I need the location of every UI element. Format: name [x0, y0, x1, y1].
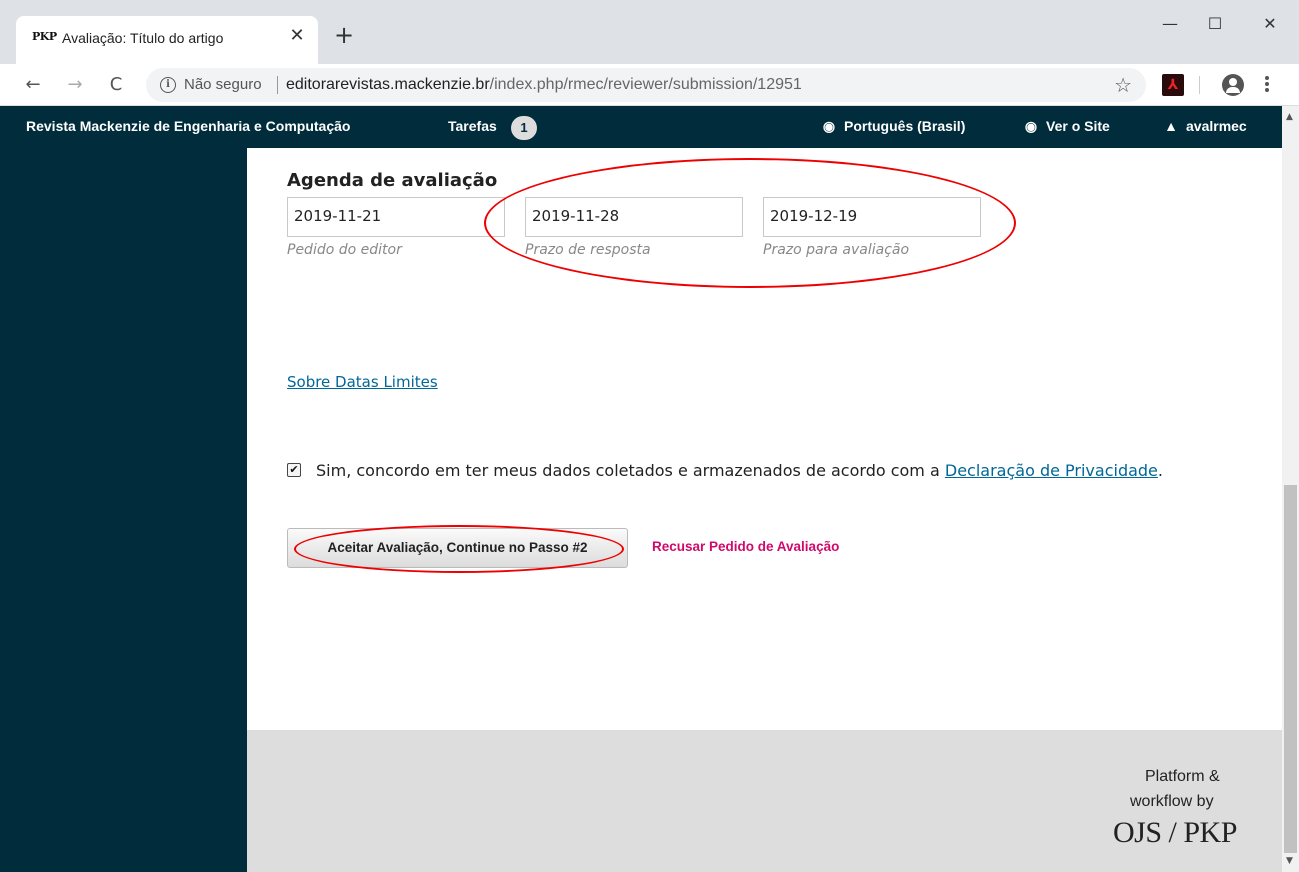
maximize-window-icon[interactable]: ☐ — [1203, 12, 1227, 36]
eye-icon: ◉ — [1024, 118, 1038, 134]
editor-request-date[interactable]: 2019-11-21 — [287, 197, 505, 237]
address-separator — [277, 76, 278, 94]
review-due-label: Prazo para avaliação — [763, 242, 910, 258]
consent-label: Sim, concordo em ter meus dados coletado… — [316, 461, 945, 480]
pkp-favicon: PKP — [32, 30, 57, 43]
site-header: Revista Mackenzie de Engenharia e Comput… — [0, 106, 1282, 148]
editor-request-label: Pedido do editor — [287, 242, 402, 258]
response-due-label: Prazo de resposta — [525, 242, 651, 258]
sidebar — [0, 148, 247, 872]
url-text[interactable]: editorarevistas.mackenzie.br/index.php/r… — [286, 76, 802, 94]
tab-title: Avaliação: Título do artigo — [62, 30, 224, 46]
user-icon: ▲ — [1164, 118, 1178, 134]
language-menu[interactable]: ◉ Português (Brasil) — [822, 118, 965, 135]
close-window-icon[interactable]: ✕ — [1258, 12, 1282, 36]
user-menu[interactable]: ▲ avalrmec — [1164, 118, 1247, 134]
user-label: avalrmec — [1186, 118, 1247, 134]
account-icon[interactable] — [1222, 74, 1244, 96]
footer-workflow-text: workflow by — [1130, 793, 1214, 810]
review-due-date[interactable]: 2019-12-19 — [763, 197, 981, 237]
new-tab-button[interactable]: + — [332, 23, 356, 48]
toolbar-separator — [1199, 76, 1200, 94]
scroll-down-icon[interactable]: ▼ — [1286, 856, 1293, 866]
decline-review-link[interactable]: Recusar Pedido de Avaliação — [652, 539, 839, 554]
pdf-extension-icon[interactable]: ⅄ — [1162, 74, 1184, 96]
consent-suffix: . — [1157, 461, 1163, 480]
view-site-link[interactable]: ◉ Ver o Site — [1024, 118, 1110, 135]
about-deadlines-link[interactable]: Sobre Datas Limites — [287, 373, 438, 391]
minimize-window-icon[interactable]: — — [1158, 12, 1182, 36]
reload-icon[interactable]: C — [103, 72, 129, 98]
privacy-statement-link[interactable]: Declaração de Privacidade — [945, 461, 1158, 480]
accept-review-button[interactable]: Aceitar Avaliação, Continue no Passo #2 — [287, 528, 628, 568]
privacy-consent-checkbox[interactable]: ✔ — [287, 463, 301, 477]
security-status[interactable]: Não seguro — [184, 76, 262, 93]
tasks-count-badge[interactable]: 1 — [511, 116, 537, 140]
url-path: /index.php/rmec/reviewer/submission/1295… — [489, 76, 802, 93]
browser-tab[interactable]: PKP Avaliação: Título do artigo ✕ — [16, 16, 318, 64]
footer: Platform & workflow by OJS / PKP — [247, 730, 1282, 872]
back-icon[interactable]: ← — [20, 72, 46, 98]
close-tab-icon[interactable]: ✕ — [287, 26, 307, 46]
language-label: Português (Brasil) — [844, 118, 966, 134]
url-host: editorarevistas.mackenzie.br — [286, 76, 490, 93]
journal-title[interactable]: Revista Mackenzie de Engenharia e Comput… — [26, 118, 350, 134]
view-site-label: Ver o Site — [1046, 118, 1110, 134]
browser-tab-bar: PKP Avaliação: Título do artigo ✕ + — ☐ … — [0, 0, 1299, 64]
address-bar[interactable]: i Não seguro editorarevistas.mackenzie.b… — [146, 68, 1146, 102]
tasks-link[interactable]: Tarefas — [448, 118, 497, 134]
privacy-consent-text: Sim, concordo em ter meus dados coletado… — [316, 461, 1163, 480]
scroll-up-icon[interactable]: ▲ — [1286, 112, 1293, 122]
globe-icon: ◉ — [822, 118, 836, 134]
response-due-date[interactable]: 2019-11-28 — [525, 197, 743, 237]
scrollbar-thumb[interactable] — [1284, 485, 1297, 853]
browser-toolbar: ← → C i Não seguro editorarevistas.macke… — [0, 64, 1299, 106]
menu-icon[interactable] — [1263, 74, 1271, 96]
review-schedule-title: Agenda de avaliação — [287, 170, 498, 191]
ojs-pkp-logo[interactable]: OJS / PKP — [1113, 816, 1237, 850]
page-scrollbar[interactable]: ▲ ▼ — [1282, 106, 1299, 872]
forward-icon[interactable]: → — [62, 72, 88, 98]
info-icon[interactable]: i — [160, 77, 176, 93]
star-icon[interactable]: ☆ — [1114, 73, 1132, 97]
footer-platform-text: Platform & — [1145, 768, 1220, 785]
